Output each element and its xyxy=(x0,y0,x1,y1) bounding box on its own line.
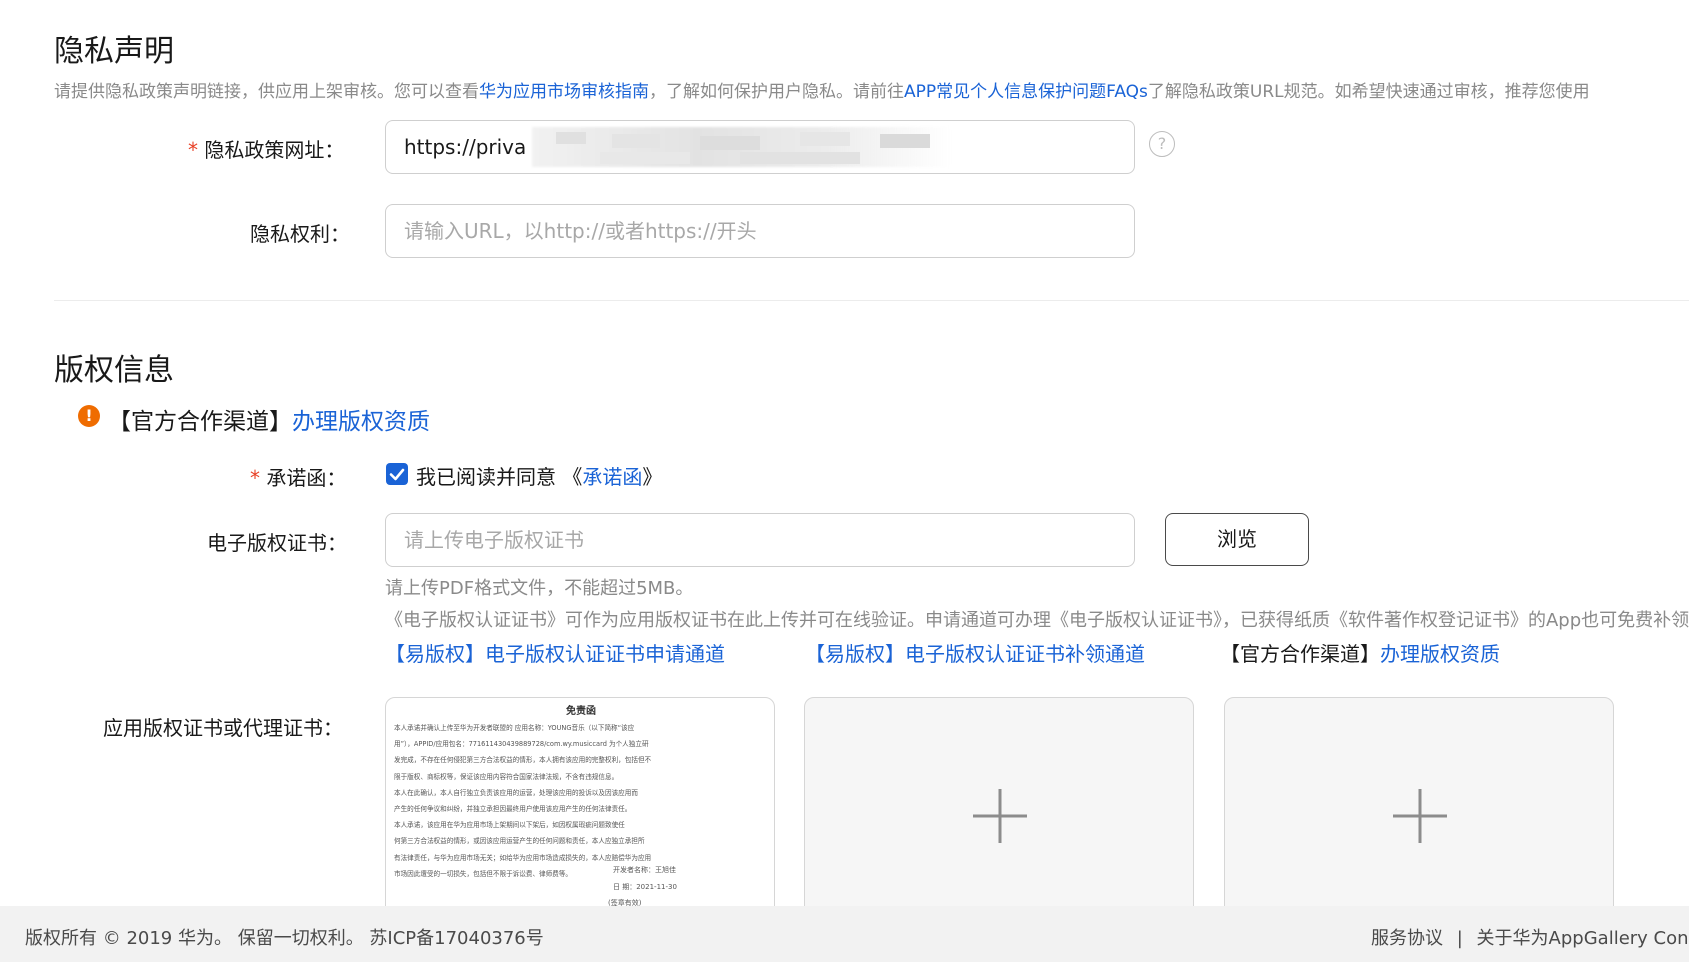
official-channel-link[interactable]: 办理版权资质 xyxy=(1380,642,1500,666)
upload-slot-3[interactable] xyxy=(1224,697,1614,917)
doc-body: 本人承诺并确认上传至华为开发者联盟的 应用名称：YOUNG音乐（以下简称“该应 … xyxy=(394,720,768,882)
section-divider xyxy=(54,300,1689,301)
doc-date: 日 期：2021-11-30 xyxy=(613,883,677,891)
privacy-description: 请提供隐私政策声明链接，供应用上架审核。您可以查看华为应用市场审核指南，了解如何… xyxy=(54,77,1590,102)
doc-line: 本人在此确认，本人自行独立负责该应用的运营，处理该应用的投诉以及因该应用而 xyxy=(394,788,638,797)
notice-prefix: 【官方合作渠道】 xyxy=(108,409,292,435)
doc-signer: 开发者名称：王旭佳 xyxy=(613,866,676,874)
add-icon xyxy=(1393,789,1447,843)
privacy-rights-input[interactable]: 请输入URL，以http://或者https://开头 xyxy=(385,204,1135,258)
ecert-hint-verify: 《电子版权认证证书》可作为应用版权证书在此上传并可在线验证。申请通道可办理《电子… xyxy=(385,610,1689,631)
footer-links: 服务协议 | 关于华为AppGallery Conn xyxy=(1371,924,1689,950)
redacted-block xyxy=(800,132,850,146)
privacy-desc-part2: ，了解如何保护用户隐私。请前往 xyxy=(649,82,904,102)
official-channel-prefix: 【官方合作渠道】 xyxy=(1220,642,1380,666)
policy-url-label: 隐私政策网址： xyxy=(204,138,345,162)
uploaded-cert-thumbnail[interactable]: 免责函 本人承诺并确认上传至华为开发者联盟的 应用名称：YOUNG音乐（以下简称… xyxy=(385,697,775,917)
footer-separator: | xyxy=(1456,928,1463,949)
warning-icon: ! xyxy=(78,405,100,427)
review-guide-link[interactable]: 华为应用市场审核指南 xyxy=(479,82,649,102)
policy-url-value: https://priva xyxy=(404,135,527,159)
official-channel-row: 【官方合作渠道】办理版权资质 xyxy=(1220,638,1500,667)
redacted-block xyxy=(700,136,760,150)
doc-line: 限于版权、商标权等，保证该应用内容符合国家法律法规，不含有违规信息。 xyxy=(394,772,619,781)
privacy-desc-part1: 请提供隐私政策声明链接，供应用上架审核。您可以查看 xyxy=(54,82,479,102)
pledge-link[interactable]: 承诺函 xyxy=(582,465,642,489)
copyright-qualification-link[interactable]: 办理版权资质 xyxy=(292,409,430,435)
service-agreement-link[interactable]: 服务协议 xyxy=(1371,928,1443,949)
app-info-page: 隐私声明 请提供隐私政策声明链接，供应用上架审核。您可以查看华为应用市场审核指南… xyxy=(0,0,1689,962)
policy-url-label-row: * 隐私政策网址： xyxy=(188,134,344,163)
ecert-reissue-link[interactable]: 【易版权】电子版权认证证书补领通道 xyxy=(805,638,1145,667)
ecert-input[interactable]: 请上传电子版权证书 xyxy=(385,513,1135,567)
redacted-block xyxy=(556,132,586,144)
help-icon[interactable]: ? xyxy=(1149,131,1175,157)
redacted-block xyxy=(600,152,690,164)
page-footer: 版权所有 © 2019 华为。 保留一切权利。 苏ICP备17040376号 服… xyxy=(0,906,1689,962)
privacy-faq-link[interactable]: APP常见个人信息保护问题FAQs xyxy=(904,82,1148,102)
pledge-checkbox[interactable] xyxy=(386,463,408,485)
required-mark: * xyxy=(188,138,198,162)
doc-line: 何第三方合法权益的情形，或因该应用运营产生的任何问题和责任，本人应独立承担所 xyxy=(394,837,645,846)
doc-title: 免责函 xyxy=(566,706,596,717)
pledge-text-row: 我已阅读并同意 《承诺函》 xyxy=(416,461,662,490)
doc-line: 市场因此遭受的一切损失，包括但不限于诉讼费、律师费等。 xyxy=(394,869,573,878)
doc-line: 发完成，不存在任何侵犯第三方合法权益的情形，本人拥有该应用的完整权利，包括但不 xyxy=(394,756,652,765)
ecert-hint-format: 请上传PDF格式文件，不能超过5MB。 xyxy=(385,578,694,599)
privacy-rights-label: 隐私权利： xyxy=(250,222,350,246)
upload-slot-2[interactable] xyxy=(804,697,1194,917)
redacted-block xyxy=(880,134,930,148)
browse-button[interactable]: 浏览 xyxy=(1165,513,1309,566)
footer-copyright: 版权所有 © 2019 华为。 保留一切权利。 苏ICP备17040376号 xyxy=(25,928,544,949)
required-mark: * xyxy=(250,466,260,490)
copyright-section-title: 版权信息 xyxy=(54,353,174,388)
doc-line: 有法律责任，与华为应用市场无关；如给华为应用市场造成损失的，本人应赔偿华为应用 xyxy=(394,853,652,862)
about-link[interactable]: 关于华为AppGallery Conn xyxy=(1477,928,1689,949)
copyright-notice: 【官方合作渠道】办理版权资质 xyxy=(108,402,430,436)
privacy-desc-part3: 了解隐私政策URL规范。如希望快速通过审核，推荐您使用 xyxy=(1147,82,1590,102)
doc-line: 本人承诺并确认上传至华为开发者联盟的 应用名称：YOUNG音乐（以下简称“该应 xyxy=(394,724,635,732)
app-cert-label: 应用版权证书或代理证书： xyxy=(103,716,343,740)
pledge-label-row: * 承诺函： xyxy=(250,462,346,491)
add-icon xyxy=(973,789,1027,843)
redacted-block xyxy=(612,134,660,148)
ecert-label: 电子版权证书： xyxy=(207,531,347,555)
redacted-block xyxy=(740,152,860,164)
pledge-close: 》 xyxy=(642,465,663,489)
ecert-apply-link[interactable]: 【易版权】电子版权认证证书申请通道 xyxy=(385,638,725,667)
check-icon xyxy=(389,468,405,481)
pledge-label: 承诺函： xyxy=(266,466,347,490)
privacy-section-title: 隐私声明 xyxy=(54,34,174,69)
doc-line: 产生的任何争议和纠纷，并独立承担因最终用户使用该应用产生的任何法律责任。 xyxy=(394,805,632,814)
pledge-text: 我已阅读并同意 《 xyxy=(416,465,583,489)
doc-line: 用”），APPID/应用包名：771611430439889728/com.wy… xyxy=(394,740,649,749)
doc-line: 本人承诺，该应用在华为应用市场上架期间以下架后，如因权属瑕疵问题致使任 xyxy=(394,821,625,830)
